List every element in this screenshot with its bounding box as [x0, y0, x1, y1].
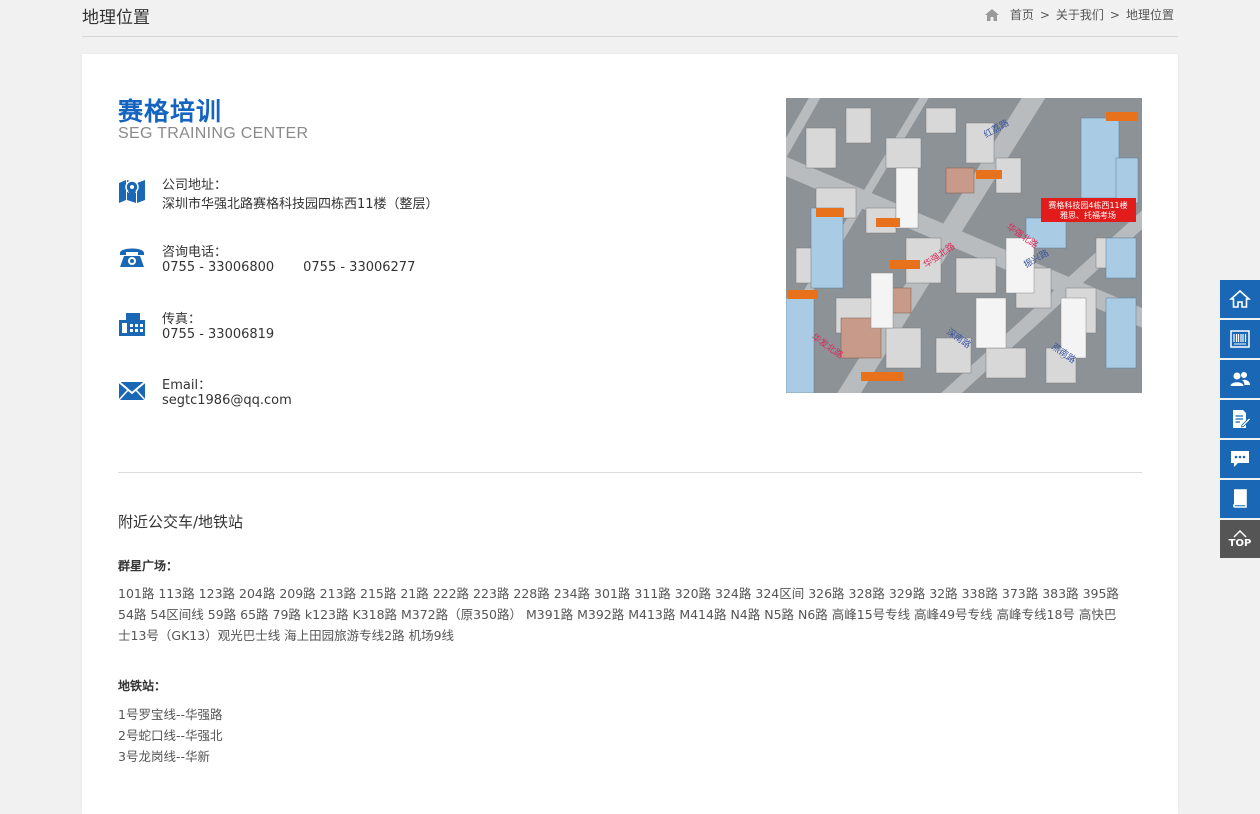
breadcrumb-separator: > — [1109, 7, 1120, 22]
sidebar-chat-button[interactable] — [1220, 440, 1260, 478]
contact-address: 公司地址： 深圳市华强北路赛格科技园四栋西11楼（整层） — [118, 174, 638, 224]
sidebar-home-button[interactable] — [1220, 280, 1260, 318]
bus-heading: 群星广场： — [118, 559, 179, 573]
brand-title: 赛格培训 — [118, 97, 223, 126]
contact-phone: 咨询电话： 0755 - 33006800 0755 - 33006277 — [118, 241, 638, 291]
contact-label: 咨询电话： — [162, 245, 228, 260]
map-illustration: 赛格科技园4栋西11楼 雅思、托福考场 华强北路 华强北路 华发北路 红荔路 振… — [786, 98, 1142, 393]
breadcrumb-current[interactable]: 地理位置 — [1126, 6, 1174, 23]
barcode-icon — [1230, 330, 1250, 348]
home-icon — [984, 8, 1000, 22]
contact-value: segtc1986@qq.com — [162, 393, 292, 408]
fax-icon — [118, 310, 146, 338]
content-card: 赛格培训 SEG TRAINING CENTER 公司地址： 深圳市华强北路赛格… — [82, 54, 1178, 814]
mail-icon — [118, 376, 146, 404]
contact-value: 0755 - 33006800 0755 - 33006277 — [162, 260, 416, 275]
sidebar-barcode-button[interactable] — [1220, 320, 1260, 358]
breadcrumb-home-link[interactable]: 首页 — [1010, 6, 1034, 23]
document-edit-icon — [1233, 410, 1251, 428]
contact-label: 公司地址： — [162, 178, 228, 193]
section-divider — [118, 472, 1142, 473]
metro-line-item: 1号罗宝线--华强路 — [118, 707, 223, 722]
breadcrumb-about-link[interactable]: 关于我们 — [1056, 6, 1104, 23]
users-icon — [1230, 372, 1250, 386]
map-location-label: 赛格科技园4栋西11楼 雅思、托福考场 — [1041, 198, 1136, 222]
contact-email: Email： segtc1986@qq.com — [118, 374, 638, 424]
bus-routes-text: 101路 113路 123路 204路 209路 213路 215路 21路 2… — [118, 586, 1119, 643]
map-pin-icon — [118, 176, 146, 204]
phone-icon — [118, 243, 146, 271]
page-title: 地理位置 — [82, 8, 150, 28]
chevron-up-icon — [1233, 529, 1247, 538]
sidebar-book-button[interactable] — [1220, 480, 1260, 518]
transit-section-title: 附近公交车/地铁站 — [118, 513, 244, 531]
chat-icon — [1231, 451, 1249, 467]
contact-label: Email： — [162, 378, 212, 393]
breadcrumb-separator: > — [1039, 7, 1050, 22]
map-label-line2: 雅思、托福考场 — [1060, 210, 1116, 220]
metro-heading: 地铁站： — [118, 679, 167, 693]
sidebar-users-button[interactable] — [1220, 360, 1260, 398]
home-icon — [1229, 289, 1251, 308]
brand-subtitle: SEG TRAINING CENTER — [118, 125, 309, 142]
metro-line-item: 2号蛇口线--华强北 — [118, 728, 223, 743]
location-map-image: 赛格科技园4栋西11楼 雅思、托福考场 华强北路 华强北路 华发北路 红荔路 振… — [786, 98, 1142, 393]
breadcrumb: 首页 > 关于我们 > 地理位置 — [984, 6, 1174, 23]
contact-value: 深圳市华强北路赛格科技园四栋西11楼（整层） — [162, 197, 439, 212]
contact-value: 0755 - 33006819 — [162, 327, 275, 342]
metro-line-item: 3号龙岗线--华新 — [118, 749, 210, 764]
back-to-top-button[interactable]: TOP — [1220, 520, 1260, 558]
contact-fax: 传真： 0755 - 33006819 — [118, 308, 638, 358]
top-label: TOP — [1228, 537, 1252, 549]
map-label-line1: 赛格科技园4栋西11楼 — [1048, 200, 1127, 210]
floating-sidebar: TOP — [1220, 280, 1260, 558]
sidebar-document-button[interactable] — [1220, 400, 1260, 438]
book-icon — [1233, 489, 1247, 508]
contact-label: 传真： — [162, 312, 202, 327]
page-header: 地理位置 首页 > 关于我们 > 地理位置 — [82, 0, 1178, 37]
